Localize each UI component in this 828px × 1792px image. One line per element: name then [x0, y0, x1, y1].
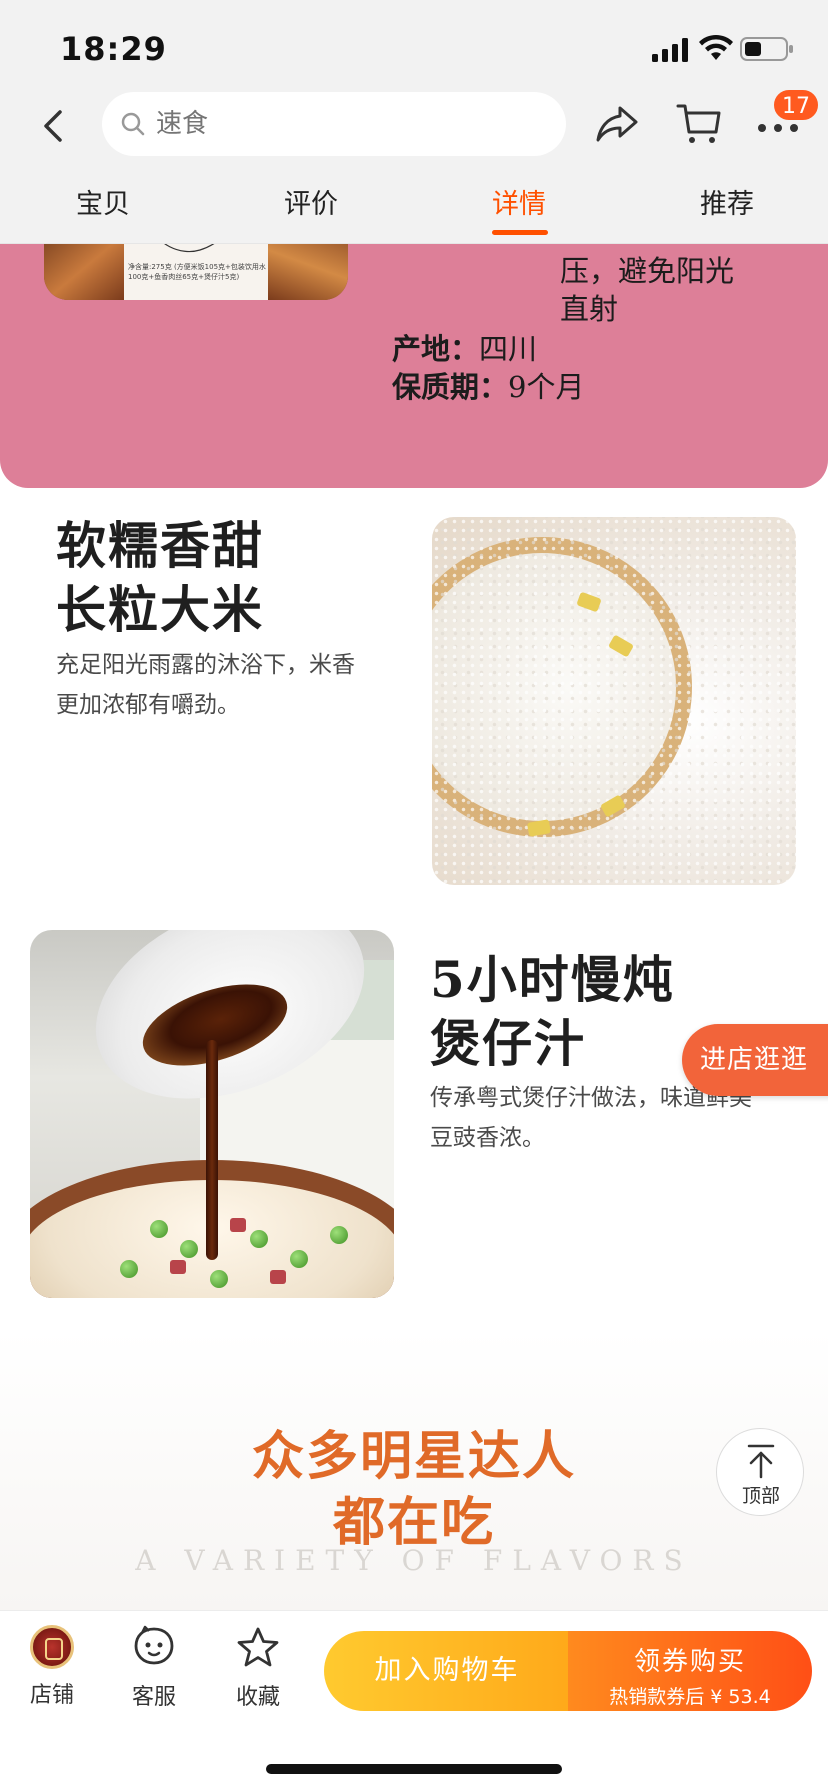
tab-item[interactable]: 宝贝 — [76, 182, 130, 221]
visit-store-button[interactable]: 进店逛逛 — [682, 1024, 828, 1096]
product-detail-page: 18:29 速食 17 宝贝 评价 详情 推荐 净含量:275克 (方便米饭10… — [0, 0, 828, 1792]
customer-service-label: 客服 — [131, 1685, 176, 1710]
shelf-life-value: 9个月 — [508, 370, 585, 404]
favorite-label: 收藏 — [235, 1685, 280, 1710]
feature-sauce-title: 5小时慢炖 煲仔汁 — [430, 950, 675, 1073]
buy-with-coupon-button[interactable]: 领券购买 热销款券后 ¥ 53.4 — [568, 1631, 812, 1711]
shop-button[interactable]: 店铺 — [12, 1625, 92, 1709]
feature-rice-description: 充足阳光雨露的沐浴下，米香 更加浓郁有嚼劲。 — [56, 652, 355, 718]
shop-logo-icon — [30, 1625, 74, 1669]
cellular-signal-icon — [652, 38, 688, 62]
home-indicator — [266, 1764, 562, 1774]
product-spec-section: 净含量:275克 (方便米饭105克+包装饮用水100克+鱼香肉丝65克+煲仔汁… — [0, 244, 828, 488]
search-bar[interactable] — [102, 92, 566, 156]
shelf-life-label: 保质期： — [392, 370, 509, 404]
buy-button-label: 领券购买 — [633, 1647, 746, 1677]
back-to-top-button[interactable]: 顶部 — [716, 1428, 804, 1516]
shop-label: 店铺 — [29, 1683, 74, 1708]
back-to-top-label: 顶部 — [741, 1485, 780, 1507]
search-input[interactable] — [156, 109, 536, 139]
sauce-photo — [30, 930, 394, 1298]
buy-button-price: 热销款券后 ¥ 53.4 — [609, 1686, 771, 1708]
cart-icon[interactable] — [676, 102, 722, 146]
origin-label: 产地： — [392, 332, 480, 366]
shelf-life-row: 保质期：9个月 — [392, 364, 584, 406]
product-package-image: 净含量:275克 (方便米饭105克+包装饮用水100克+鱼香肉丝65克+煲仔汁… — [44, 244, 348, 300]
arrow-up-icon — [747, 1444, 775, 1479]
battery-icon — [740, 37, 793, 61]
customer-service-button[interactable]: 客服 — [114, 1625, 194, 1711]
promo-english-subtitle: A VARIETY OF FLAVORS — [135, 1544, 693, 1577]
tab-details[interactable]: 详情 — [492, 182, 546, 221]
active-tab-indicator — [492, 230, 548, 235]
share-icon[interactable] — [594, 102, 640, 146]
detail-tabs: 宝贝 评价 详情 推荐 — [0, 160, 828, 244]
search-icon — [121, 112, 145, 136]
promo-banner: 众多明星达人 都在吃 A VARIETY OF FLAVORS — [0, 1330, 828, 1610]
back-icon[interactable] — [34, 104, 74, 148]
tab-reviews[interactable]: 评价 — [284, 182, 338, 221]
add-to-cart-button[interactable]: 加入购物车 — [324, 1631, 570, 1711]
storage-text-line1: 压，避免阳光 — [560, 254, 735, 288]
customer-service-icon — [134, 1625, 174, 1665]
promo-heading-line1: 众多明星达人 — [251, 1426, 576, 1487]
cart-count-badge: 17 — [772, 88, 820, 122]
top-navigation — [0, 90, 828, 160]
rice-photo — [432, 517, 796, 885]
favorite-button[interactable]: 收藏 — [218, 1625, 298, 1711]
origin-value: 四川 — [479, 332, 538, 366]
origin-row: 产地：四川 — [392, 326, 537, 368]
feature-rice-title: 软糯香甜 长粒大米 — [56, 516, 264, 639]
status-bar: 18:29 — [0, 0, 828, 90]
tab-recommend[interactable]: 推荐 — [700, 182, 754, 221]
storage-text-line2: 直射 — [560, 292, 619, 326]
star-icon — [237, 1627, 279, 1667]
package-fine-print: 净含量:275克 (方便米饭105克+包装饮用水100克+鱼香肉丝65克+煲仔汁… — [128, 263, 266, 281]
status-time: 18:29 — [60, 30, 167, 68]
wifi-icon — [699, 34, 733, 60]
